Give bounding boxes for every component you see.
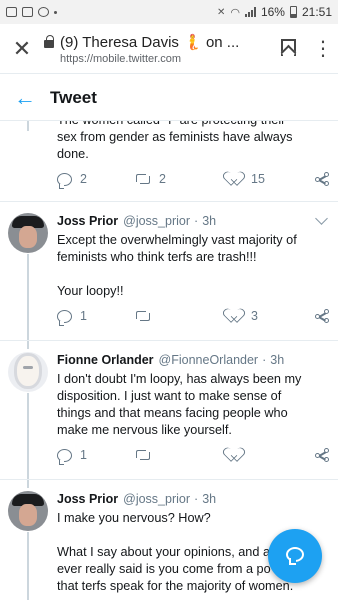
page-title: Tweet: [50, 87, 97, 107]
user-handle[interactable]: @FionneOrlander: [159, 353, 259, 367]
retweet-icon: [135, 173, 151, 185]
tweet[interactable]: The women called 'T' are protecting thei…: [0, 121, 338, 199]
share-button[interactable]: [315, 448, 329, 462]
reply-button[interactable]: 1: [57, 309, 87, 326]
tweet-text: Except the overwhelmingly vast majority …: [57, 232, 328, 300]
battery-icon: [289, 6, 297, 18]
share-icon: [315, 172, 329, 186]
retweet-button[interactable]: [135, 449, 151, 461]
retweet-count: 2: [159, 172, 166, 186]
tweet-text-line: make me nervous like yourself.: [57, 423, 232, 437]
reply-icon: [57, 448, 72, 465]
timestamp[interactable]: 3h: [270, 353, 284, 367]
tweet-text-line: feminists who think terfs are trash!!!: [57, 250, 257, 264]
tweet-text-line: I don't doubt I'm loopy, has always been…: [57, 372, 302, 386]
compose-button[interactable]: [268, 529, 322, 583]
share-button[interactable]: [315, 172, 329, 186]
clock: 21:51: [301, 5, 332, 19]
wifi-icon: ◠: [230, 6, 240, 19]
separator: ·: [194, 214, 199, 228]
share-icon: [315, 309, 329, 323]
tweet-text-line: Except the overwhelmingly vast majority …: [57, 233, 297, 247]
like-button[interactable]: 15: [228, 172, 265, 186]
avatar[interactable]: [8, 491, 48, 531]
battery-percent: 16%: [260, 5, 285, 19]
tweet-thread: The women called 'T' are protecting thei…: [0, 121, 338, 600]
reply-button[interactable]: 1: [57, 448, 87, 465]
status-bar: ✕ ◠ 16% 21:51: [0, 0, 338, 24]
user-handle[interactable]: @joss_prior: [123, 492, 190, 506]
user-handle[interactable]: @joss_prior: [123, 214, 190, 228]
separator: ·: [262, 353, 267, 367]
tweet-actions: 2 2 15: [57, 169, 329, 189]
like-count: 3: [251, 309, 258, 323]
timestamp[interactable]: 3h: [202, 214, 216, 228]
timestamp[interactable]: 3h: [202, 492, 216, 506]
retweet-button[interactable]: [135, 310, 159, 322]
tweet[interactable]: Joss Prior @joss_prior · 3h Except the o…: [0, 202, 338, 340]
heart-icon: [228, 172, 243, 186]
like-button[interactable]: [228, 448, 243, 462]
more-options-icon[interactable]: ⋮: [308, 24, 338, 74]
tweet-text-line: The women called 'T' are protecting thei…: [57, 121, 328, 129]
notification-icons: [6, 7, 57, 17]
back-arrow-icon[interactable]: ←: [0, 85, 50, 111]
lock-icon: [44, 34, 54, 48]
avatar[interactable]: [8, 352, 48, 392]
tweet-text-line: disposition. I just want to make sense o…: [57, 389, 282, 403]
reply-icon: [57, 309, 72, 326]
tweet-text-line: I make you nervous? How?: [57, 511, 211, 525]
separator: ·: [194, 492, 199, 506]
system-icons: ✕ ◠ 16% 21:51: [217, 5, 332, 19]
avatar[interactable]: [8, 213, 48, 253]
tweet-text: The women called 'T' are protecting thei…: [57, 121, 328, 163]
twitter-header: ← Tweet: [0, 75, 338, 121]
reply-count: 2: [80, 172, 87, 186]
reply-count: 1: [80, 309, 87, 323]
like-button[interactable]: 3: [228, 309, 258, 323]
heart-icon: [228, 448, 243, 462]
tweet-text-line: done.: [57, 147, 89, 161]
display-name[interactable]: Joss Prior: [57, 214, 118, 228]
tweet[interactable]: Fionne Orlander @FionneOrlander · 3h I d…: [0, 341, 338, 479]
tweet-actions: 1 3: [57, 306, 329, 326]
close-icon[interactable]: ✕: [0, 24, 44, 74]
messenger-icon: [38, 7, 49, 17]
tweet-header: Joss Prior @joss_prior · 3h: [57, 492, 326, 506]
more-notifications-icon: [54, 10, 57, 14]
reply-count: 1: [80, 448, 87, 462]
browser-toolbar: ✕ (9) Theresa Davis 🧜 on ... https://mob…: [0, 24, 338, 74]
retweet-button[interactable]: 2: [135, 172, 166, 186]
page-url: https://mobile.twitter.com: [60, 52, 182, 65]
tweet-text-line: Your loopy!!: [57, 284, 124, 298]
tweet-text-line: sex from gender as feminists have always: [57, 130, 293, 144]
tab-title: (9) Theresa Davis 🧜 on ...: [60, 33, 240, 51]
signal-icon: [244, 7, 256, 17]
tweet-text: I don't doubt I'm loopy, has always been…: [57, 371, 328, 439]
gallery-icon: [22, 7, 33, 17]
retweet-icon: [135, 310, 151, 322]
tweet-text-line: things and that means facing people who: [57, 406, 288, 420]
reply-icon: [57, 172, 72, 189]
like-count: 15: [251, 172, 265, 186]
display-name[interactable]: Fionne Orlander: [57, 353, 154, 367]
tab-title-row: (9) Theresa Davis 🧜 on ...: [44, 33, 268, 51]
retweet-icon: [135, 449, 151, 461]
compose-icon: [286, 547, 304, 565]
share-icon: [315, 448, 329, 462]
share-button[interactable]: [315, 309, 329, 323]
tweet-actions: 1: [57, 445, 329, 465]
display-name[interactable]: Joss Prior: [57, 492, 118, 506]
bookmark-icon[interactable]: [268, 24, 308, 74]
mute-icon: ✕: [216, 6, 226, 18]
heart-icon: [228, 309, 243, 323]
gmail-icon: [6, 7, 17, 17]
tweet-header: Fionne Orlander @FionneOrlander · 3h: [57, 353, 326, 367]
reply-button[interactable]: 2: [57, 172, 87, 189]
page-info[interactable]: (9) Theresa Davis 🧜 on ... https://mobil…: [44, 33, 268, 65]
tweet-header: Joss Prior @joss_prior · 3h: [57, 214, 326, 228]
